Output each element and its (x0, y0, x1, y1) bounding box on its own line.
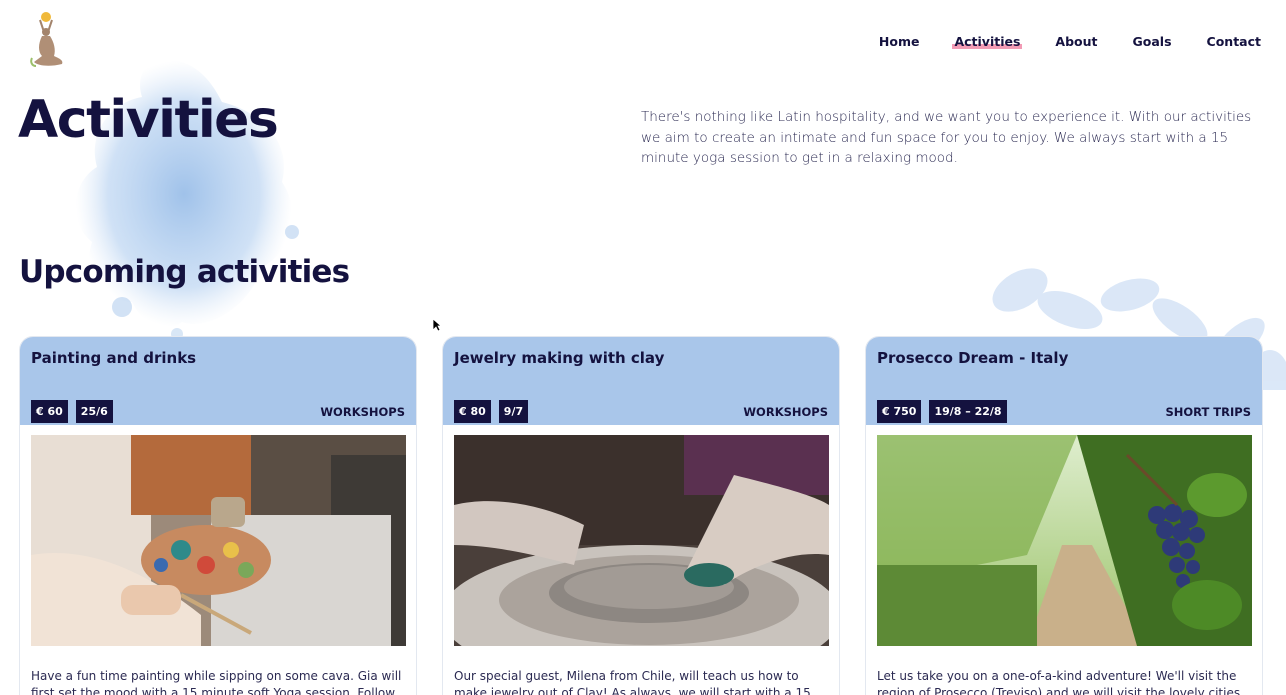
activity-card-prosecco[interactable]: Prosecco Dream - Italy € 750 19/8 – 22/8… (865, 336, 1263, 695)
card-title[interactable]: Jewelry making with clay (454, 349, 664, 367)
category-label[interactable]: Workshops (743, 405, 828, 419)
nav-goals[interactable]: Goals (1133, 34, 1172, 49)
card-header: Painting and drinks € 60 25/6 Workshops (20, 337, 416, 425)
date-tag: 9/7 (498, 400, 529, 423)
category-label[interactable]: Short trips (1165, 405, 1251, 419)
price-tag: € 80 (454, 400, 491, 423)
category-label[interactable]: Workshops (320, 405, 405, 419)
price-tag: € 750 (877, 400, 922, 423)
vineyard-grapes-photo[interactable] (877, 435, 1252, 646)
page-title: Activities (18, 90, 279, 150)
card-description: Our special guest, Milena from Chile, wi… (454, 669, 811, 695)
nav-activities[interactable]: Activities (952, 34, 1023, 49)
nav-about[interactable]: About (1055, 34, 1097, 49)
pottery-wheel-photo[interactable] (454, 435, 829, 646)
intro-paragraph: There's nothing like Latin hospitality, … (641, 109, 1252, 166)
yoga-figure-logo[interactable] (26, 10, 72, 70)
card-description: Let us take you on a one-of-a-kind adven… (877, 669, 1241, 695)
mouse-cursor-icon (432, 318, 442, 332)
card-header: Prosecco Dream - Italy € 750 19/8 – 22/8… (866, 337, 1262, 425)
card-header: Jewelry making with clay € 80 9/7 Worksh… (443, 337, 839, 425)
price-tag: € 60 (31, 400, 68, 423)
upcoming-activities-heading: Upcoming activities (19, 254, 350, 290)
painting-palette-photo[interactable] (31, 435, 406, 646)
activity-card-jewelry[interactable]: Jewelry making with clay € 80 9/7 Worksh… (442, 336, 840, 695)
date-tag: 19/8 – 22/8 (929, 400, 1007, 423)
main-navigation: Home Activities About Goals Contact (879, 34, 1261, 49)
card-title[interactable]: Painting and drinks (31, 349, 196, 367)
nav-home[interactable]: Home (879, 34, 920, 49)
nav-contact[interactable]: Contact (1207, 34, 1261, 49)
activity-card-painting[interactable]: Painting and drinks € 60 25/6 Workshops … (19, 336, 417, 695)
card-description: Have a fun time painting while sipping o… (31, 669, 402, 695)
card-title[interactable]: Prosecco Dream - Italy (877, 349, 1068, 367)
date-tag: 25/6 (75, 400, 113, 423)
